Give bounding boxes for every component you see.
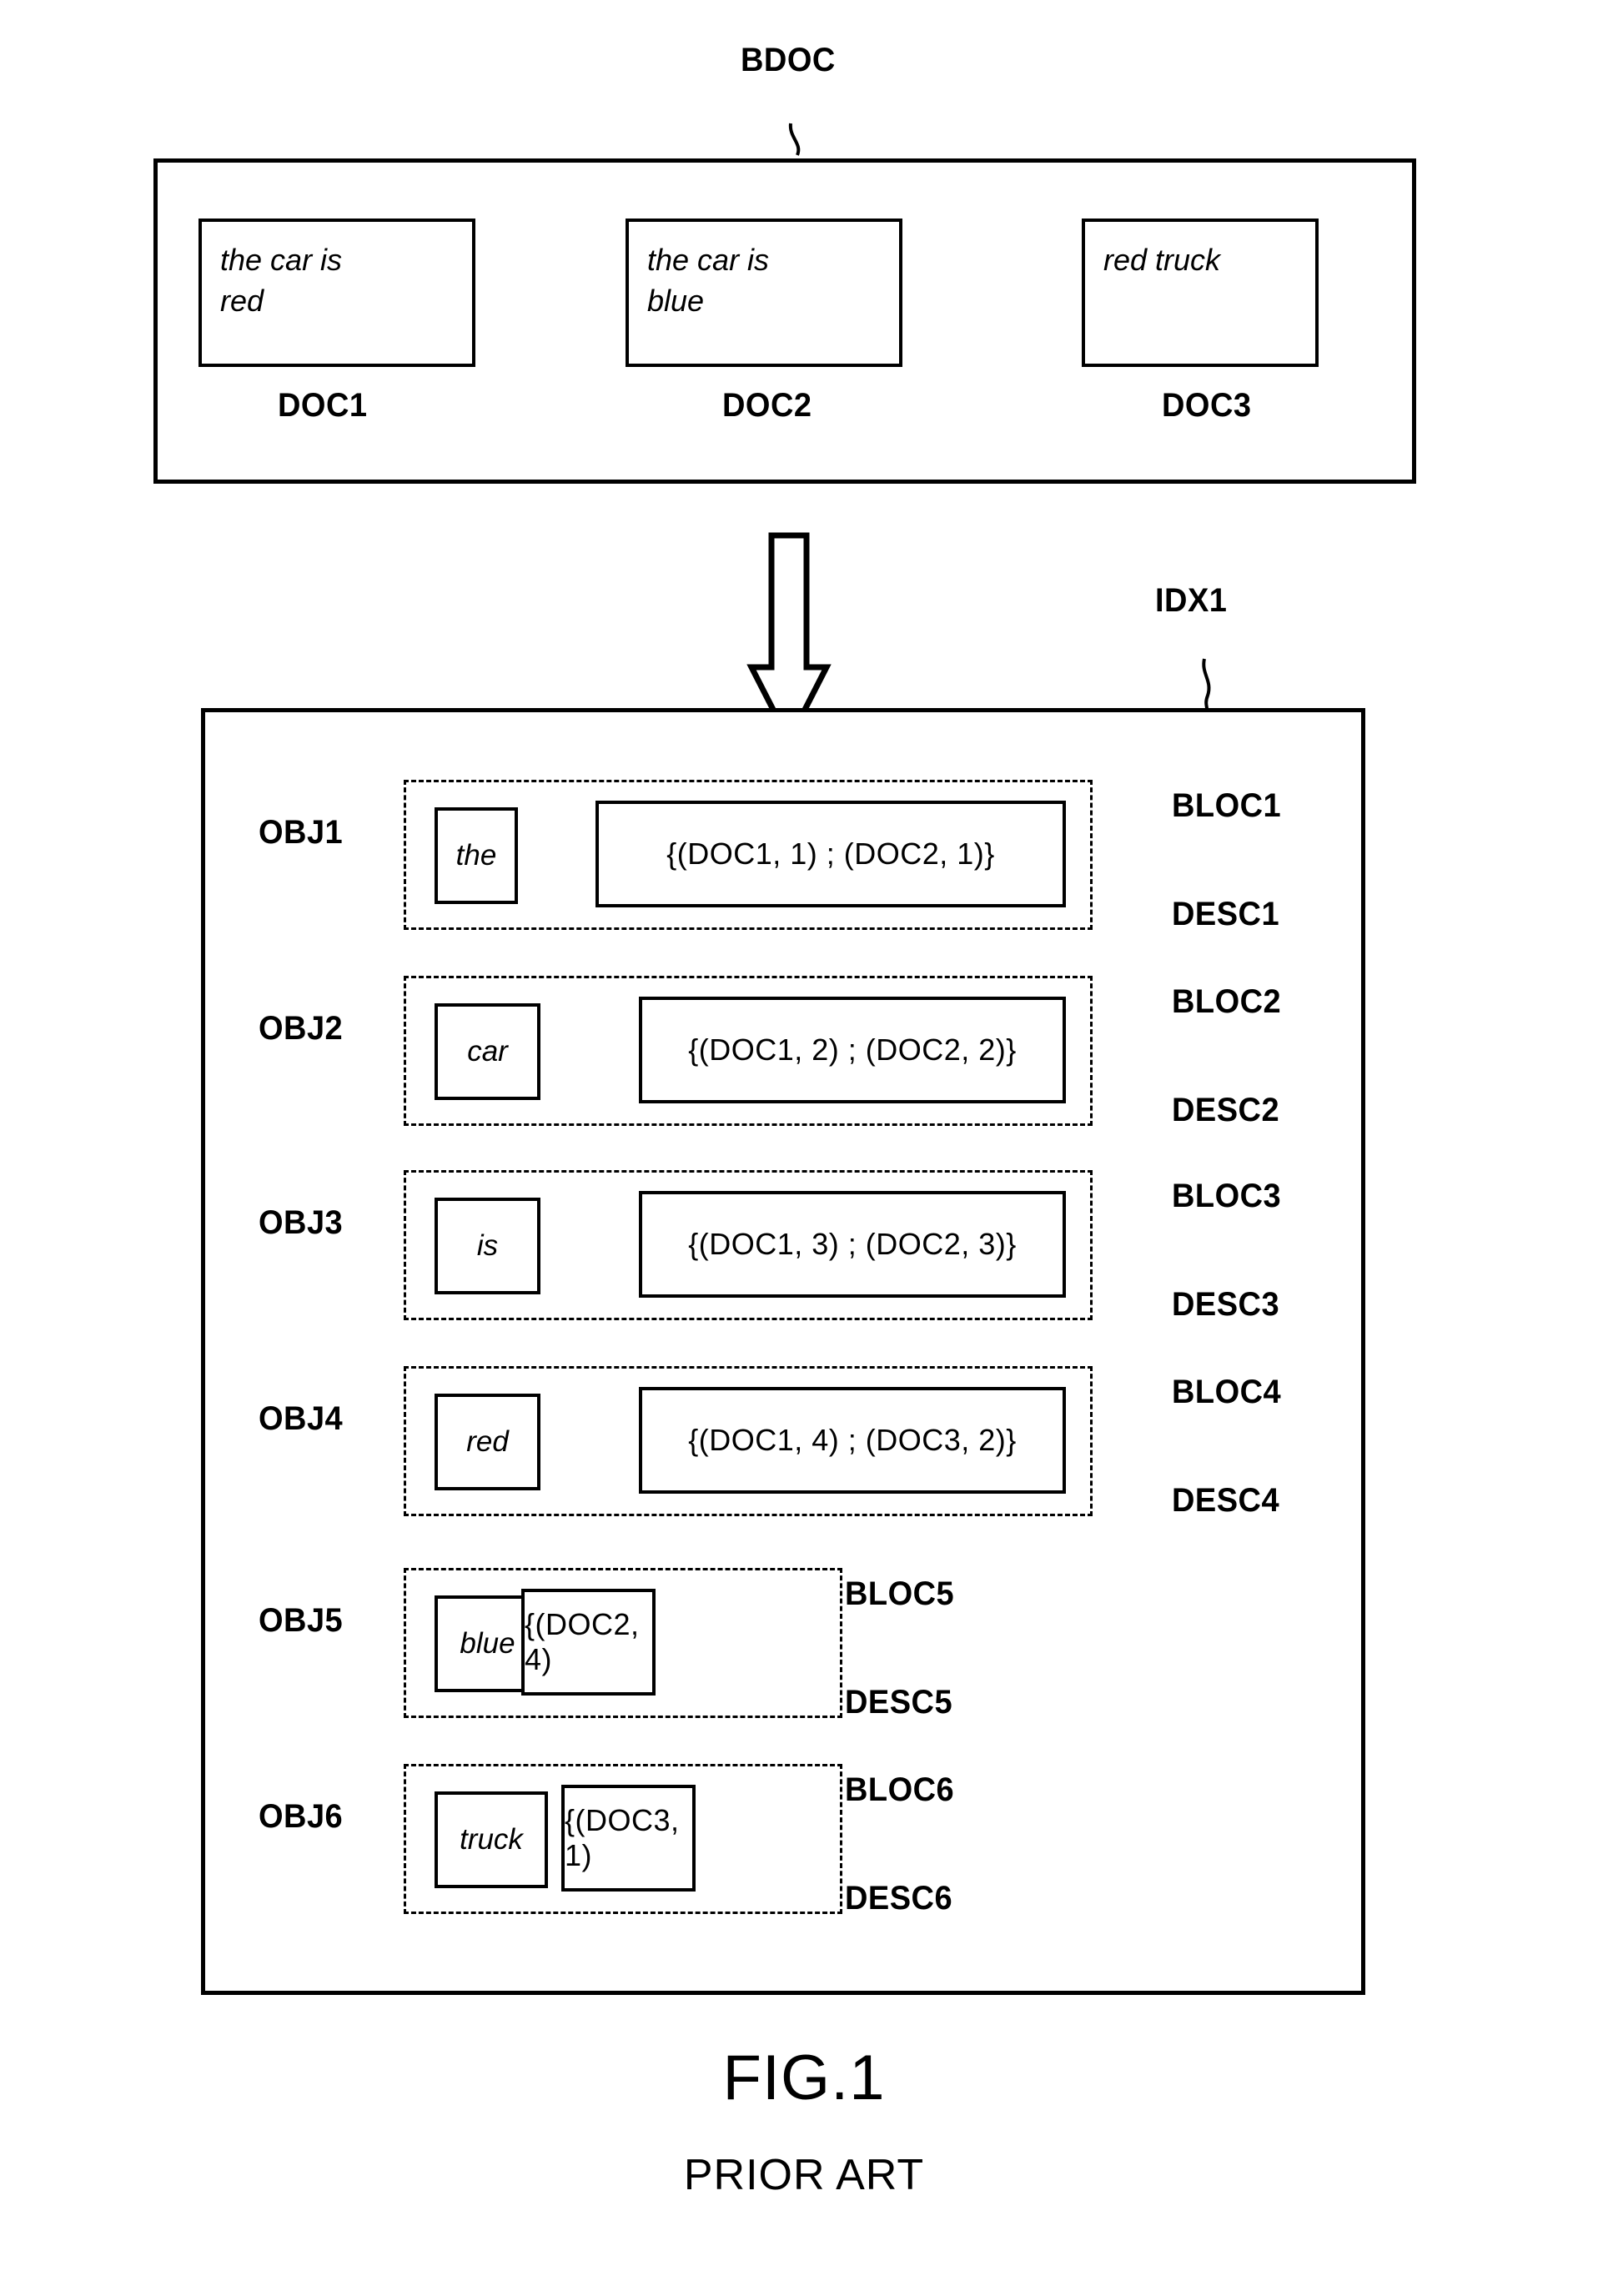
document-box-doc2: the car is blue	[626, 219, 902, 367]
obj2-label: OBJ2	[259, 1010, 344, 1047]
term-box-obj2: car	[435, 1003, 540, 1100]
document-box-doc1: the car is red	[198, 219, 475, 367]
obj3-label: OBJ3	[259, 1204, 344, 1241]
term-box-obj1: the	[435, 807, 518, 904]
doc3-label: DOC3	[1162, 387, 1252, 424]
doc3-line-1: red truck	[1103, 243, 1221, 277]
bloc6-box: {(DOC3, 1)	[561, 1785, 696, 1892]
document-box-doc3: red truck	[1082, 219, 1319, 367]
term-text-obj6: truck	[460, 1823, 523, 1856]
posting-list-obj1: {(DOC1, 1) ; (DOC2, 1)}	[666, 837, 995, 871]
figure-subcaption: PRIOR ART	[683, 2151, 925, 2199]
posting-list-obj6: {(DOC3, 1)	[565, 1803, 680, 1872]
doc1-label: DOC1	[278, 387, 368, 424]
term-box-obj6: truck	[435, 1791, 548, 1888]
figure-caption: FIG.1	[722, 2042, 886, 2113]
desc6-label: DESC6	[845, 1880, 953, 1917]
bloc3-label: BLOC3	[1172, 1178, 1282, 1214]
doc2-line-1: the car is	[647, 243, 770, 277]
bdoc-leader-line	[788, 123, 801, 156]
bloc5-box: {(DOC2, 4)	[521, 1589, 656, 1696]
bloc3-box: {(DOC1, 3) ; (DOC2, 3)}	[639, 1191, 1066, 1298]
doc1-line-2: red	[220, 283, 264, 318]
posting-list-obj4: {(DOC1, 4) ; (DOC3, 2)}	[688, 1423, 1017, 1457]
bloc6-label: BLOC6	[845, 1771, 955, 1808]
term-text-obj3: is	[476, 1229, 499, 1262]
term-box-obj3: is	[435, 1198, 540, 1294]
bloc1-label: BLOC1	[1172, 787, 1282, 824]
obj1-label: OBJ1	[259, 814, 344, 851]
term-text-obj5: blue	[460, 1627, 515, 1660]
posting-list-obj5: {(DOC2, 4)	[525, 1607, 640, 1676]
term-text-obj4: red	[466, 1425, 509, 1458]
doc2-label: DOC2	[722, 387, 812, 424]
bloc2-label: BLOC2	[1172, 983, 1282, 1020]
term-text-obj1: the	[455, 839, 497, 872]
bloc1-box: {(DOC1, 1) ; (DOC2, 1)}	[595, 801, 1066, 907]
obj6-label: OBJ6	[259, 1798, 344, 1835]
desc3-label: DESC3	[1172, 1286, 1280, 1323]
idx1-leader-line	[1202, 658, 1211, 711]
desc4-label: DESC4	[1172, 1482, 1280, 1519]
desc2-label: DESC2	[1172, 1092, 1280, 1128]
obj5-label: OBJ5	[259, 1602, 344, 1639]
bdoc-label: BDOC	[741, 42, 836, 78]
bloc4-box: {(DOC1, 4) ; (DOC3, 2)}	[639, 1387, 1066, 1494]
bloc4-label: BLOC4	[1172, 1374, 1282, 1410]
obj4-label: OBJ4	[259, 1400, 344, 1437]
doc1-line-1: the car is	[220, 243, 343, 277]
bloc2-box: {(DOC1, 2) ; (DOC2, 2)}	[639, 997, 1066, 1103]
doc2-line-2: blue	[647, 283, 705, 318]
term-box-obj4: red	[435, 1394, 540, 1490]
idx1-label: IDX1	[1155, 582, 1228, 619]
desc5-label: DESC5	[845, 1684, 953, 1721]
term-text-obj2: car	[467, 1035, 508, 1068]
desc1-label: DESC1	[1172, 896, 1280, 932]
posting-list-obj2: {(DOC1, 2) ; (DOC2, 2)}	[688, 1032, 1017, 1067]
bloc5-label: BLOC5	[845, 1575, 955, 1612]
patent-figure: BDOC the car is red DOC1 the car is blue…	[0, 0, 1608, 2296]
posting-list-obj3: {(DOC1, 3) ; (DOC2, 3)}	[688, 1227, 1017, 1261]
